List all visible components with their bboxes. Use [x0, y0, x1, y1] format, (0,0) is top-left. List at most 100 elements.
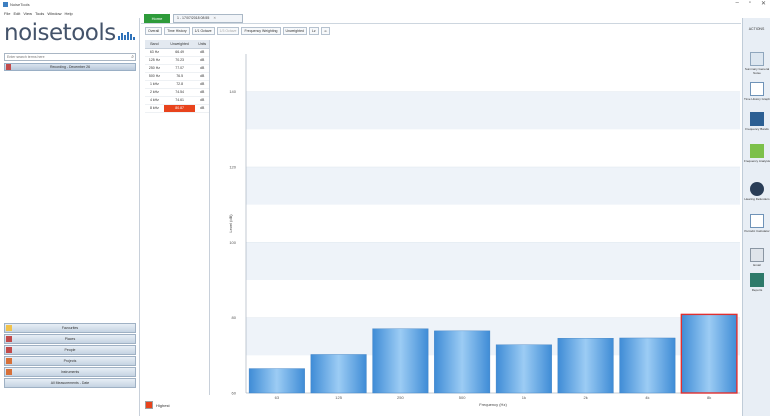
search-input[interactable]: [5, 54, 125, 60]
value-cell: 74.61: [163, 96, 196, 105]
action-label: Frequency Analysis: [743, 159, 770, 163]
nav-label: Favourites: [61, 326, 79, 330]
value-cell: 77.07: [163, 64, 196, 73]
maximize-button[interactable]: ▫: [749, 0, 751, 7]
nav-places[interactable]: Places: [4, 334, 136, 344]
action-frequency-analysis[interactable]: Frequency Analysis: [743, 144, 770, 163]
octave-1-1-radio[interactable]: 1/1 Octave: [191, 27, 215, 35]
action-frequency-bands[interactable]: Frequency Bands: [743, 112, 770, 131]
table-row[interactable]: 500 Hz 76.5 dB: [145, 72, 209, 81]
octave-1-3-radio[interactable]: 1/3 Octave: [216, 27, 240, 35]
actions-header: ACTIONS: [748, 27, 765, 31]
instrument-icon: [6, 369, 12, 375]
bar: [434, 330, 491, 394]
chart-svg: 608010012014063 125 250 500 1k 2k 4k 8kFrequenc…: [228, 54, 740, 407]
tab-close-icon[interactable]: ✕: [213, 16, 216, 20]
menu-edit[interactable]: Edit: [13, 11, 20, 16]
window-title: NoiseTools: [10, 2, 30, 7]
value-cell: 76.5: [163, 72, 196, 81]
tree-header[interactable]: Recording - December 26: [4, 63, 136, 71]
grid-band: [246, 91, 740, 130]
place-icon: [6, 336, 12, 342]
view-toolbar: Overall Time History 1/1 Octave 1/3 Octa…: [141, 26, 741, 36]
table-row[interactable]: 2 kHz 74.54 dB: [145, 88, 209, 97]
units-cell: dB: [195, 88, 209, 97]
action-label: Frequency Bands: [745, 127, 769, 131]
action-summary[interactable]: Summary General Noise: [743, 52, 770, 75]
search-icon[interactable]: ⌕: [131, 54, 134, 60]
nav-instruments[interactable]: Instruments: [4, 367, 136, 377]
legend-label: Highest: [156, 403, 170, 408]
y-tick-label: 140: [229, 89, 236, 94]
bar: [495, 344, 552, 394]
band-cell: 2 kHz: [145, 88, 164, 97]
frequency-weighting-label: Frequency Weighting: [241, 27, 281, 35]
close-button[interactable]: ✕: [761, 0, 766, 7]
column-header[interactable]: Unweighted: [163, 40, 196, 49]
table-row[interactable]: 125 Hz 70.23 dB: [145, 56, 209, 65]
action-label: Hearing Defenders: [744, 197, 770, 201]
column-header[interactable]: Units: [195, 40, 209, 49]
table-row[interactable]: 63 Hz 66.49 dB: [145, 48, 209, 57]
action-reports[interactable]: Reports: [743, 273, 770, 292]
action-email[interactable]: Email: [743, 248, 770, 267]
menu-view[interactable]: View: [23, 11, 32, 16]
menu-tools[interactable]: Tools: [35, 11, 44, 16]
menu-bar: File Edit View Tools Window Help: [0, 9, 140, 18]
bar: [248, 368, 305, 394]
time-history-radio[interactable]: Time History: [164, 27, 190, 35]
action-time-history[interactable]: Time History Graph: [743, 82, 770, 101]
table-row[interactable]: 8 kHz 80.87 dB: [145, 104, 209, 113]
minimize-button[interactable]: –: [735, 0, 738, 7]
nav-label: Places: [64, 337, 76, 341]
menu-help[interactable]: Help: [65, 11, 73, 16]
nav-favourites[interactable]: Favourites: [4, 323, 136, 333]
actions-panel: ACTIONS Summary General Noise Time Histo…: [742, 18, 770, 416]
nav-all-measurements[interactable]: All Measurements - Date: [4, 378, 136, 388]
bar: [557, 338, 614, 394]
grid-band: [246, 242, 740, 280]
tab-measurement[interactable]: 1 - 17/07/2018 08:55 ✕: [173, 14, 243, 23]
lz-dropdown[interactable]: Lz: [308, 27, 319, 35]
column-header[interactable]: Band: [145, 40, 164, 49]
nav-arrows-button[interactable]: ◂▸: [320, 27, 331, 35]
title-bar: NoiseTools – ▫ ✕: [0, 0, 770, 9]
overall-radio[interactable]: Overall: [145, 27, 163, 35]
action-label: Summary General Noise: [744, 67, 770, 75]
email-icon: [750, 248, 764, 262]
tab-measurement-label: 1 - 17/07/2018 08:55: [177, 16, 210, 20]
menu-window[interactable]: Window: [47, 11, 61, 16]
units-cell: dB: [195, 80, 209, 89]
nav-label: Projects: [63, 359, 77, 363]
y-tick-label: 120: [229, 165, 236, 170]
band-cell: 125 Hz: [145, 56, 164, 65]
unweighted-checkbox[interactable]: Unweighted: [282, 27, 307, 35]
tree-header-label: Recording - December 26: [49, 65, 91, 69]
table-row[interactable]: 4 kHz 74.61 dB: [145, 96, 209, 105]
panel-divider[interactable]: [209, 40, 210, 395]
band-cell: 250 Hz: [145, 64, 164, 73]
band-table: Band Unweighted Units 63 Hz 66.49 dB 125 Hz…: [145, 40, 209, 113]
window-controls: – ▫ ✕: [735, 0, 766, 7]
bar: [680, 313, 738, 394]
table-row[interactable]: 250 Hz 77.07 dB: [145, 64, 209, 73]
left-panel: noisetools ⌕ Recording - December 26 Fav…: [0, 18, 140, 416]
folder-icon: [6, 358, 12, 364]
nav-projects[interactable]: Projects: [4, 356, 136, 366]
action-hearing-defenders[interactable]: Hearing Defenders: [743, 182, 770, 201]
menu-file[interactable]: File: [4, 11, 10, 16]
table-row[interactable]: 1 kHz 72.8 dB: [145, 80, 209, 89]
value-cell: 72.8: [163, 80, 196, 89]
units-cell: dB: [195, 72, 209, 81]
tab-home[interactable]: Home: [144, 14, 170, 23]
legend-swatch: [145, 401, 153, 409]
recording-icon: [6, 64, 11, 70]
action-periodic-calculator[interactable]: Periodic Calculator: [743, 214, 770, 233]
bar: [310, 354, 367, 394]
units-cell: dB: [195, 56, 209, 65]
reports-icon: [750, 273, 764, 287]
value-cell: 74.54: [163, 88, 196, 97]
band-cell: 500 Hz: [145, 72, 164, 81]
nav-people[interactable]: People: [4, 345, 136, 355]
band-cell: 63 Hz: [145, 48, 164, 57]
